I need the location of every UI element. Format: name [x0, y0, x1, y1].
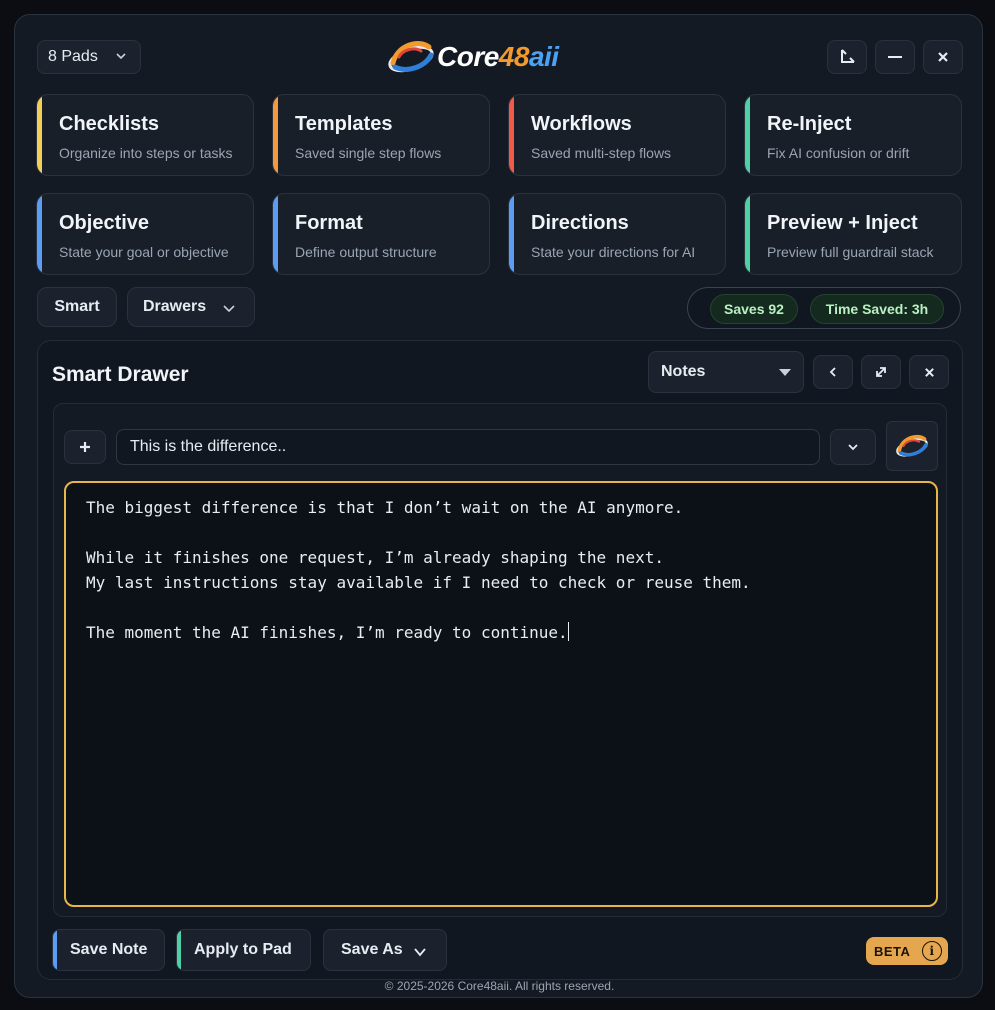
pad-card-templates[interactable]: Templates Saved single step flows [272, 94, 490, 176]
note-editor-panel: The biggest difference is that I don’t w… [53, 403, 947, 917]
chevron-down-icon [848, 444, 858, 451]
info-icon: i [922, 941, 942, 961]
drawer-close-button[interactable] [909, 355, 949, 389]
logo-part-48: 48 [498, 41, 530, 72]
pad-accent [745, 194, 750, 274]
pad-title: Directions [531, 212, 629, 234]
pad-accent [273, 95, 278, 175]
save-note-button[interactable]: Save Note [52, 929, 165, 971]
smart-drawer: Smart Drawer Notes This is the differenc… [37, 340, 963, 980]
note-title-input[interactable] [116, 429, 820, 465]
note-list-dropdown[interactable] [830, 429, 876, 465]
smart-label: Smart [54, 298, 100, 315]
chevron-left-icon [829, 367, 836, 377]
beta-label: BETA [874, 943, 911, 959]
chevron-down-icon [116, 53, 126, 60]
drawer-mode-select[interactable]: Notes [648, 351, 804, 393]
beta-badge[interactable]: BETA i [866, 937, 948, 965]
orbit-logo-icon [388, 41, 434, 73]
save-note-label: Save Note [70, 941, 148, 958]
pad-subtitle: Fix AI confusion or drift [767, 145, 910, 161]
pad-accent [509, 95, 514, 175]
note-body-textarea[interactable]: The biggest difference is that I don’t w… [64, 481, 938, 907]
stats-group: Saves 92 Time Saved: 3h [687, 287, 961, 329]
pad-accent [509, 194, 514, 274]
drawer-title: Smart Drawer [52, 363, 189, 386]
pad-subtitle: Define output structure [295, 244, 437, 260]
pad-subtitle: Saved multi-step flows [531, 145, 672, 161]
save-as-label: Save As [341, 941, 403, 958]
chevron-down-icon [223, 305, 235, 313]
pad-card-re-inject[interactable]: Re-Inject Fix AI confusion or drift [744, 94, 962, 176]
pad-title: Preview + Inject [767, 212, 918, 234]
pad-subtitle: Organize into steps or tasks [59, 145, 233, 161]
dock-button[interactable] [827, 40, 867, 74]
pad-accent [273, 194, 278, 274]
pad-card-format[interactable]: Format Define output structure [272, 193, 490, 275]
chevron-down-icon [414, 948, 426, 957]
core48aii-logo: Core48aii [387, 37, 559, 77]
logo-part-core: Core [437, 41, 499, 72]
close-icon [938, 52, 948, 62]
copyright-text: © 2025-2026 Core48aii. All rights reserv… [384, 979, 615, 993]
saves-badge: Saves 92 [710, 294, 798, 324]
note-body-text: The biggest difference is that I don’t w… [86, 498, 751, 642]
dock-corner-icon [841, 49, 855, 63]
pads-select-label: 8 Pads [48, 48, 98, 65]
pad-title: Templates [295, 113, 393, 135]
caret-down-icon [779, 369, 791, 376]
drawer-back-button[interactable] [813, 355, 853, 389]
pad-accent [745, 95, 750, 175]
pad-title: Format [295, 212, 363, 234]
logo-wordmark: Core48aii [437, 41, 559, 73]
pad-card-checklists[interactable]: Checklists Organize into steps or tasks [36, 94, 254, 176]
pad-title: Checklists [59, 113, 160, 135]
pad-title: Objective [59, 212, 150, 234]
pad-subtitle: State your goal or objective [59, 244, 229, 260]
button-accent [177, 930, 181, 970]
plus-icon [80, 442, 90, 452]
pad-title: Workflows [531, 113, 632, 135]
orbit-logo-icon [896, 434, 928, 457]
pad-title: Re-Inject [767, 113, 852, 135]
pad-subtitle: State your directions for AI [531, 244, 696, 260]
pad-subtitle: Saved single step flows [295, 145, 442, 161]
drawers-label: Drawers [143, 298, 207, 315]
pad-card-workflows[interactable]: Workflows Saved multi-step flows [508, 94, 726, 176]
smart-button[interactable]: Smart [37, 287, 117, 327]
ai-logo-button[interactable] [886, 421, 938, 471]
pad-subtitle: Preview full guardrail stack [767, 244, 934, 260]
drawers-dropdown[interactable]: Drawers [127, 287, 255, 327]
app-window: 8 Pads Core48aii Checklists Organize int… [14, 14, 983, 998]
close-window-button[interactable] [923, 40, 963, 74]
drawer-mode-label: Notes [661, 363, 706, 380]
apply-to-pad-button[interactable]: Apply to Pad [176, 929, 311, 971]
close-icon [924, 367, 934, 377]
minimize-button[interactable] [875, 40, 915, 74]
pad-card-directions[interactable]: Directions State your directions for AI [508, 193, 726, 275]
button-accent [53, 930, 57, 970]
add-note-button[interactable] [64, 430, 106, 464]
pad-card-objective[interactable]: Objective State your goal or objective [36, 193, 254, 275]
apply-to-pad-label: Apply to Pad [194, 941, 292, 958]
logo-part-aii: aii [528, 41, 559, 72]
save-as-dropdown[interactable]: Save As [323, 929, 447, 971]
pad-card-preview-inject[interactable]: Preview + Inject Preview full guardrail … [744, 193, 962, 275]
pad-accent [37, 95, 42, 175]
pad-accent [37, 194, 42, 274]
time-saved-badge: Time Saved: 3h [810, 294, 944, 324]
minimize-icon [888, 56, 902, 58]
expand-icon [876, 367, 886, 377]
pads-select[interactable]: 8 Pads [37, 40, 141, 74]
drawer-expand-button[interactable] [861, 355, 901, 389]
text-cursor [567, 622, 569, 641]
